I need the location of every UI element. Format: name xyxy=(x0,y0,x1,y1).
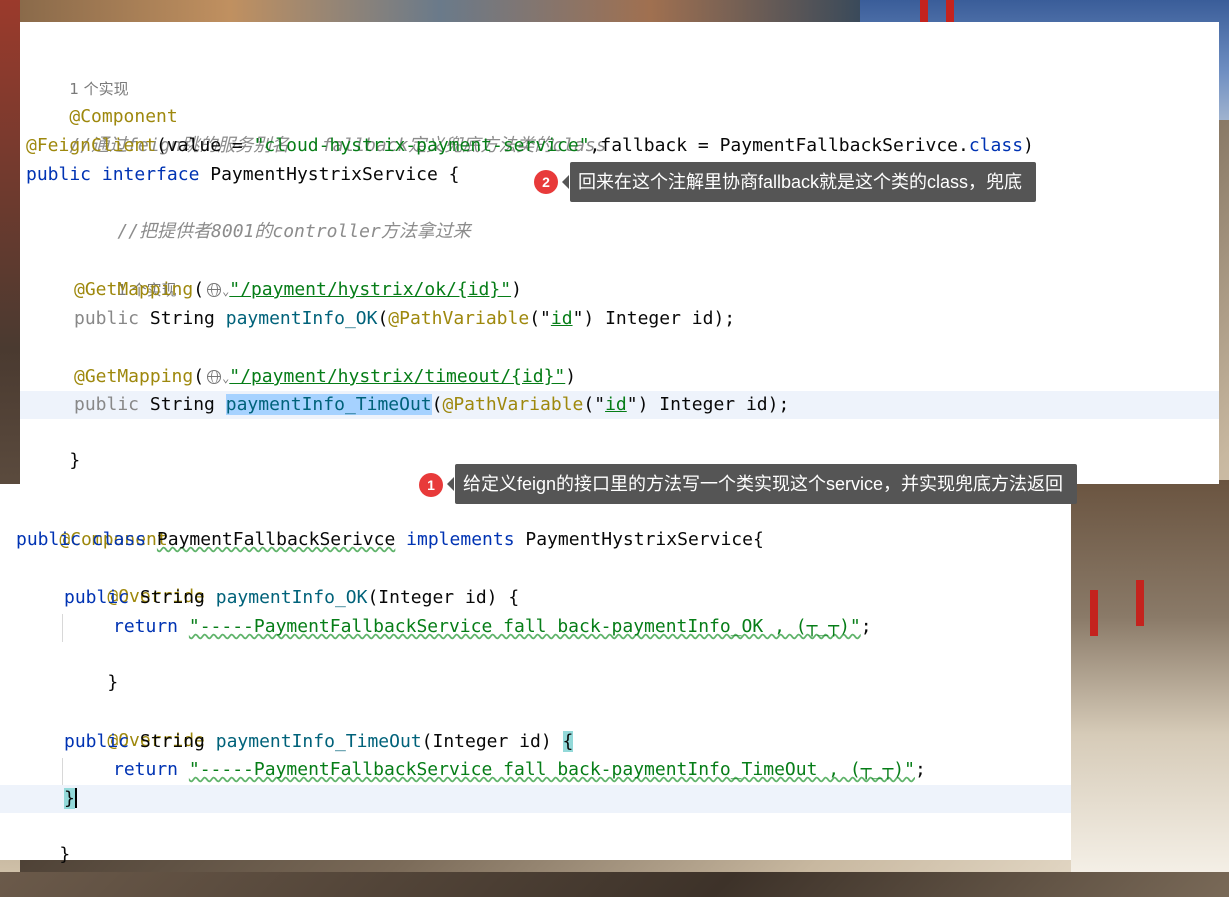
line-method-timeout: public String paymentInfo_TimeOut(@PathV… xyxy=(20,391,1219,419)
path-timeout-string[interactable]: "/payment/hystrix/timeout/{id}" xyxy=(229,366,565,387)
param-tail: Integer id); xyxy=(594,308,736,329)
interface-name: PaymentHystrixService { xyxy=(199,164,460,185)
flag-decoration xyxy=(1090,590,1098,636)
line-method-timeout-decl: public String paymentInfo_TimeOut(Intege… xyxy=(0,728,1071,756)
line-comment: //通过feign跳的服务别名 fallback定义兜底方法类的class xyxy=(20,104,1219,156)
open-brace-highlight: { xyxy=(562,731,574,752)
flag-decoration xyxy=(1136,580,1144,626)
return-timeout-string: "-----PaymentFallbackService fall back-p… xyxy=(188,759,915,780)
public-keyword: public xyxy=(16,529,82,550)
line-impl-hint[interactable]: 1 个实现 xyxy=(20,47,1219,98)
return-keyword: return xyxy=(113,616,179,637)
line-feign-client: @FeignClient(value = "cloud-hystrix-paym… xyxy=(20,132,1219,160)
string-type: String xyxy=(129,731,216,752)
interface-keyword: interface xyxy=(101,164,200,185)
public-keyword: public xyxy=(64,731,130,752)
line-override-2: @Override xyxy=(0,699,1071,751)
paren-open: ( xyxy=(193,366,205,387)
closing-brace: } xyxy=(69,450,81,471)
class-name: PaymentFallbackSerivce xyxy=(156,529,396,550)
path-ok-string[interactable]: "/payment/hystrix/ok/{id}" xyxy=(229,279,511,300)
public-keyword: public xyxy=(74,394,140,415)
semicolon: ; xyxy=(914,759,926,780)
close-brace-highlight: } xyxy=(64,788,75,809)
string-type: String xyxy=(139,394,226,415)
line-method-ok: public String paymentInfo_OK(@PathVariab… xyxy=(20,305,1219,333)
id-string: id xyxy=(550,308,573,329)
getmapping-annotation: @GetMapping xyxy=(74,366,194,387)
paren-close: ) xyxy=(511,279,522,300)
quote-open: (" xyxy=(529,308,551,329)
quote-open: (" xyxy=(583,394,606,415)
id-string: id xyxy=(605,394,627,415)
paren-open: ( xyxy=(377,308,389,329)
feignclient-annotation: @FeignClient xyxy=(26,135,157,156)
return-keyword: return xyxy=(113,759,179,780)
line-return-timeout: return "-----PaymentFallbackService fall… xyxy=(0,756,1071,784)
pathvariable-annotation: @PathVariable xyxy=(388,308,530,329)
feign-open: (value = xyxy=(156,135,254,156)
step-badge-2: 2 xyxy=(534,170,558,194)
code-comment: //把提供者8001的controller方法拿过来 xyxy=(117,221,471,242)
params-ok: (Integer id) { xyxy=(367,587,520,608)
implements-keyword: implements xyxy=(406,529,515,550)
globe-icon[interactable] xyxy=(207,283,222,297)
feign-value-string: "cloud-hystrix-payment-service" xyxy=(253,135,590,156)
annotation-tooltip-2: 回来在这个注解里协商fallback就是这个类的class，兜底 xyxy=(561,162,1037,202)
method-name-ok: paymentInfo_OK xyxy=(225,308,378,329)
text-caret xyxy=(74,788,77,808)
line-override-1: @Override xyxy=(0,555,1071,607)
line-method-ok-decl: public String paymentInfo_OK(Integer id)… xyxy=(0,584,1071,612)
return-ok-string: "-----PaymentFallbackService fall back-p… xyxy=(188,616,861,637)
paren-open: ( xyxy=(431,394,443,415)
fallback-class-code-panel[interactable]: @Component public class PaymentFallbackS… xyxy=(0,484,1071,865)
line-close-brace: } xyxy=(20,419,1219,471)
line-close-timeout[interactable]: } xyxy=(0,785,1071,813)
line-getmapping-ok: @GetMapping(⌄"/payment/hystrix/ok/{id}") xyxy=(20,276,1219,304)
string-type: String xyxy=(139,308,226,329)
step-badge-1: 1 xyxy=(419,473,443,497)
params-timeout: (Integer id) xyxy=(421,731,563,752)
interface-name: PaymentHystrixService{ xyxy=(514,529,764,550)
pathvariable-annotation: @PathVariable xyxy=(442,394,584,415)
feign-mid: ,fallback = PaymentFallbackSerivce. xyxy=(589,135,969,156)
line-class-decl: public class PaymentFallbackSerivce impl… xyxy=(0,526,1071,554)
class-keyword: class xyxy=(968,135,1024,156)
class-close-brace: } xyxy=(59,844,71,865)
line-return-ok: return "-----PaymentFallbackService fall… xyxy=(0,613,1071,641)
interface-code-panel[interactable]: 1 个实现 @Component //通过feign跳的服务别名 fallbac… xyxy=(20,22,1219,484)
method-name-ok: paymentInfo_OK xyxy=(215,587,368,608)
globe-icon[interactable] xyxy=(207,370,222,384)
paren-open: ( xyxy=(193,279,205,300)
line-class-close: } xyxy=(0,813,1071,865)
public-keyword: public xyxy=(74,308,140,329)
line-component: @Component xyxy=(20,75,1219,127)
param-tail: Integer id); xyxy=(648,394,790,415)
annotation-tooltip-1: 给定义feign的接口里的方法写一个类实现这个service，并实现兜底方法返回 xyxy=(446,464,1078,504)
method-close-brace: } xyxy=(107,672,119,693)
line-close-ok: } xyxy=(0,641,1071,693)
paren-close: ) xyxy=(565,366,577,387)
method-name-timeout: paymentInfo_TimeOut xyxy=(215,731,422,752)
public-keyword: public xyxy=(64,587,130,608)
getmapping-annotation: @GetMapping xyxy=(74,279,194,300)
quote-close: ") xyxy=(626,394,649,415)
semicolon: ; xyxy=(860,616,872,637)
method-name-timeout-selected[interactable]: paymentInfo_TimeOut xyxy=(225,394,432,415)
background-waves xyxy=(1071,480,1229,872)
background-top-strip xyxy=(20,0,860,22)
string-type: String xyxy=(129,587,216,608)
line-impl-hint-2[interactable]: 1 个实现 xyxy=(20,248,1219,299)
line-getmapping-timeout: @GetMapping(⌄"/payment/hystrix/timeout/{… xyxy=(20,363,1219,391)
class-keyword: class xyxy=(91,529,147,550)
quote-close: ") xyxy=(572,308,595,329)
feign-close: ) xyxy=(1023,135,1034,156)
public-keyword: public xyxy=(26,164,92,185)
